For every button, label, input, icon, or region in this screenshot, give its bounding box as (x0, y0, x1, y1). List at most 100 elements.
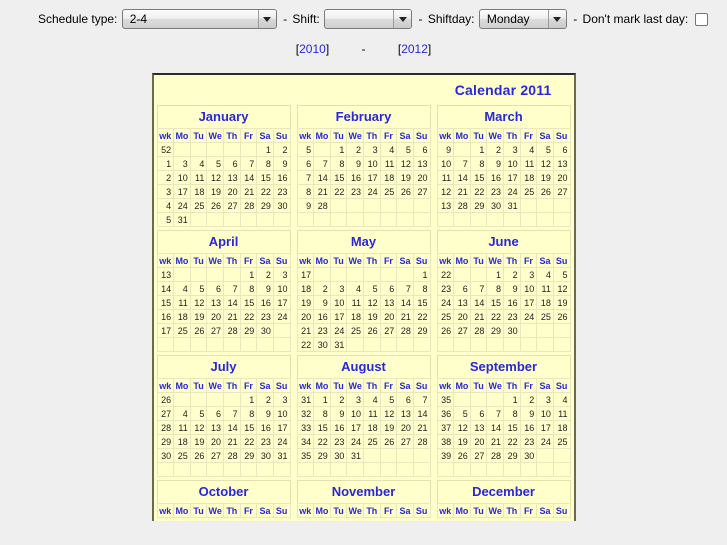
day-cell[interactable]: 22 (503, 434, 521, 449)
day-cell[interactable]: 31 (503, 198, 521, 213)
day-cell[interactable]: 6 (453, 281, 471, 296)
day-cell[interactable]: 13 (206, 420, 224, 435)
day-cell[interactable]: 15 (412, 295, 431, 310)
day-cell[interactable]: 5 (552, 267, 571, 282)
day-cell[interactable]: 13 (453, 295, 471, 310)
day-cell[interactable]: 4 (379, 142, 398, 157)
day-cell[interactable]: 21 (453, 184, 471, 199)
day-cell[interactable]: 30 (256, 448, 274, 463)
day-cell[interactable]: 28 (453, 198, 471, 213)
day-cell[interactable]: 2 (329, 392, 348, 407)
day-cell[interactable]: 10 (519, 281, 538, 296)
schedule-type-select[interactable]: 2-4 (121, 9, 277, 29)
day-cell[interactable]: 19 (189, 309, 208, 324)
shift-select[interactable] (324, 9, 413, 29)
day-cell[interactable]: 21 (223, 309, 241, 324)
day-cell[interactable]: 4 (519, 142, 538, 157)
day-cell[interactable]: 26 (363, 323, 381, 338)
day-cell[interactable]: 30 (272, 198, 291, 213)
day-cell[interactable]: 16 (313, 309, 331, 324)
day-cell[interactable]: 26 (189, 323, 208, 338)
day-cell[interactable]: 4 (536, 267, 554, 282)
day-cell[interactable]: 5 (396, 142, 414, 157)
day-cell[interactable]: 31 (346, 448, 364, 463)
day-cell[interactable]: 14 (453, 170, 471, 185)
day-cell[interactable]: 11 (519, 156, 538, 171)
day-cell[interactable]: 9 (256, 406, 274, 421)
day-cell[interactable]: 27 (552, 184, 571, 199)
day-cell[interactable]: 9 (256, 281, 274, 296)
day-cell[interactable]: 17 (346, 420, 364, 435)
day-cell[interactable]: 15 (239, 295, 258, 310)
day-cell[interactable]: 24 (503, 184, 521, 199)
day-cell[interactable]: 9 (272, 156, 291, 171)
day-cell[interactable]: 18 (536, 295, 554, 310)
day-cell[interactable]: 6 (379, 281, 398, 296)
day-cell[interactable]: 17 (272, 420, 291, 435)
day-cell[interactable]: 8 (412, 281, 431, 296)
day-cell[interactable]: 1 (239, 392, 258, 407)
day-cell[interactable]: 18 (379, 170, 398, 185)
day-cell[interactable]: 12 (379, 406, 398, 421)
day-cell[interactable]: 1 (503, 392, 521, 407)
day-cell[interactable]: 9 (329, 406, 348, 421)
day-cell[interactable]: 21 (412, 420, 431, 435)
day-cell[interactable]: 9 (346, 156, 364, 171)
day-cell[interactable]: 20 (412, 170, 431, 185)
day-cell[interactable]: 20 (552, 170, 571, 185)
day-cell[interactable]: 26 (552, 309, 571, 324)
day-cell[interactable]: 26 (379, 434, 398, 449)
day-cell[interactable]: 22 (239, 309, 258, 324)
day-cell[interactable]: 31 (272, 448, 291, 463)
day-cell[interactable]: 9 (313, 295, 331, 310)
day-cell[interactable]: 4 (173, 406, 191, 421)
day-cell[interactable]: 2 (486, 142, 504, 157)
day-cell[interactable]: 16 (272, 170, 291, 185)
day-cell[interactable]: 2 (346, 142, 364, 157)
day-cell[interactable]: 28 (486, 448, 504, 463)
day-cell[interactable]: 1 (329, 142, 348, 157)
day-cell[interactable]: 18 (346, 309, 364, 324)
day-cell[interactable]: 20 (379, 309, 398, 324)
day-cell[interactable]: 13 (469, 420, 488, 435)
day-cell[interactable]: 3 (346, 392, 364, 407)
day-cell[interactable]: 14 (396, 295, 414, 310)
shiftday-select[interactable]: Monday (478, 9, 567, 29)
day-cell[interactable]: 1 (239, 267, 258, 282)
day-cell[interactable]: 21 (486, 434, 504, 449)
day-cell[interactable]: 24 (363, 184, 381, 199)
day-cell[interactable]: 15 (313, 420, 331, 435)
day-cell[interactable]: 27 (223, 198, 241, 213)
day-cell[interactable]: 14 (239, 170, 258, 185)
day-cell[interactable]: 6 (206, 406, 224, 421)
day-cell[interactable]: 10 (536, 406, 554, 421)
day-cell[interactable]: 19 (396, 170, 414, 185)
day-cell[interactable]: 3 (329, 281, 348, 296)
day-cell[interactable]: 6 (469, 406, 488, 421)
day-cell[interactable]: 6 (396, 392, 414, 407)
day-cell[interactable]: 6 (206, 281, 224, 296)
day-cell[interactable]: 18 (552, 420, 571, 435)
day-cell[interactable]: 14 (223, 420, 241, 435)
day-cell[interactable]: 23 (256, 309, 274, 324)
chevron-down-icon[interactable] (257, 10, 276, 28)
day-cell[interactable]: 8 (486, 281, 504, 296)
day-cell[interactable]: 11 (552, 406, 571, 421)
day-cell[interactable]: 31 (329, 337, 348, 352)
day-cell[interactable]: 18 (519, 170, 538, 185)
day-cell[interactable]: 1 (486, 267, 504, 282)
day-cell[interactable]: 25 (379, 184, 398, 199)
day-cell[interactable]: 21 (223, 434, 241, 449)
day-cell[interactable]: 30 (329, 448, 348, 463)
day-cell[interactable]: 30 (519, 448, 538, 463)
day-cell[interactable]: 7 (313, 156, 331, 171)
dont-mark-last-day-checkbox[interactable] (694, 12, 708, 26)
day-cell[interactable]: 20 (396, 420, 414, 435)
day-cell[interactable]: 8 (239, 406, 258, 421)
day-cell[interactable]: 12 (206, 170, 224, 185)
day-cell[interactable]: 16 (329, 420, 348, 435)
day-cell[interactable]: 3 (363, 142, 381, 157)
day-cell[interactable]: 25 (363, 434, 381, 449)
day-cell[interactable]: 17 (503, 170, 521, 185)
day-cell[interactable]: 24 (536, 434, 554, 449)
